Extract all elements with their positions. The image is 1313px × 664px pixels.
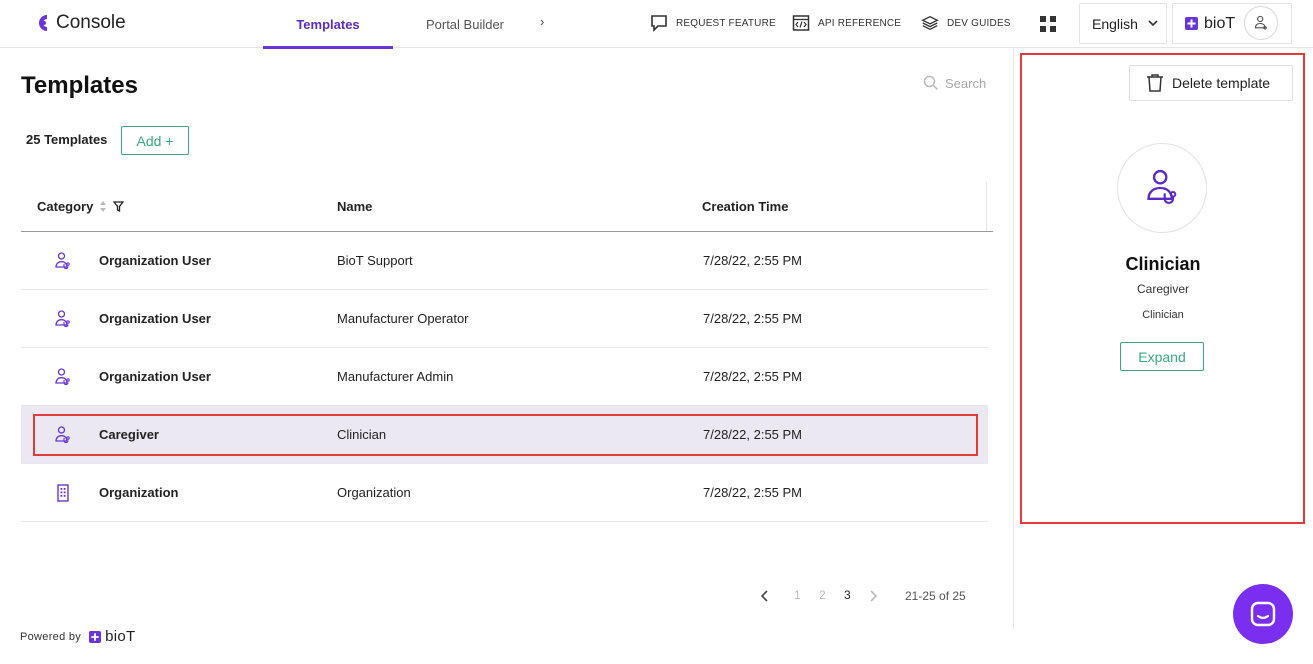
row-name: Organization: [337, 485, 411, 500]
table-row-selected[interactable]: Caregiver Clinician 7/28/22, 2:55 PM: [21, 406, 988, 464]
console-logo[interactable]: Console: [36, 12, 126, 34]
apps-grid-button[interactable]: [1040, 16, 1056, 32]
language-value: English: [1092, 15, 1138, 32]
filter-icon[interactable]: [113, 201, 125, 212]
search-placeholder: Search: [945, 75, 987, 91]
template-details-panel: [1013, 48, 1313, 628]
grid-dot: [1050, 26, 1056, 32]
chat-icon: [1250, 601, 1276, 627]
row-category: Organization User: [99, 311, 211, 326]
search-input[interactable]: Search: [923, 75, 986, 91]
tabs-scroll-right-button[interactable]: ›: [540, 14, 544, 29]
grid-dot: [1050, 16, 1056, 22]
row-creation-time: 7/28/22, 2:55 PM: [703, 427, 803, 442]
chat-bubble-icon: [651, 15, 667, 32]
chevron-left-icon[interactable]: [760, 590, 770, 602]
row-name: Manufacturer Admin: [337, 369, 454, 384]
dev-guides-label: DEV GUIDES: [947, 17, 1011, 29]
search-icon: [923, 75, 939, 91]
tab-templates[interactable]: Templates: [263, 0, 393, 49]
column-header-category[interactable]: Category: [37, 199, 125, 214]
chevron-right-icon[interactable]: [868, 590, 878, 602]
column-divider: [986, 182, 987, 231]
user-stethoscope-icon: [55, 426, 70, 444]
user-stethoscope-icon: [1254, 15, 1267, 30]
chevron-down-icon: [1148, 20, 1158, 27]
brand-name: bioT: [1204, 14, 1236, 32]
page-1-button[interactable]: 1: [794, 588, 801, 602]
column-label: Category: [37, 199, 94, 214]
request-feature-label: REQUEST FEATURE: [676, 17, 776, 29]
building-icon: [57, 484, 69, 502]
expand-button[interactable]: Expand: [1120, 342, 1204, 371]
row-creation-time: 7/28/22, 2:55 PM: [703, 369, 803, 384]
template-category: Caregiver: [1136, 282, 1190, 296]
user-avatar[interactable]: [1244, 6, 1278, 40]
page-3-button[interactable]: 3: [844, 588, 851, 602]
row-category: Organization: [99, 485, 179, 500]
pagination-range: 21-25 of 25: [905, 589, 966, 603]
language-select[interactable]: English: [1079, 3, 1167, 44]
table-header: Category Name Creation Time: [21, 182, 993, 232]
row-name: BioT Support: [337, 253, 413, 268]
chat-launcher-button[interactable]: [1233, 584, 1293, 644]
user-stethoscope-icon: [55, 310, 70, 328]
console-logo-icon: [39, 15, 48, 31]
user-stethoscope-icon: [55, 252, 70, 270]
table-row[interactable]: Organization Organization 7/28/22, 2:55 …: [21, 464, 988, 522]
table-row[interactable]: Organization User BioT Support 7/28/22, …: [21, 232, 988, 290]
sort-icon[interactable]: [99, 200, 107, 213]
delete-template-button[interactable]: Delete template: [1129, 65, 1293, 101]
trash-icon: [1147, 74, 1163, 92]
grid-dot: [1040, 26, 1046, 32]
templates-count: 25 Templates: [26, 132, 108, 147]
user-stethoscope-icon: [1147, 169, 1177, 204]
layers-icon: [921, 15, 939, 31]
row-category: Organization User: [99, 369, 211, 384]
template-name: Clinician: [1142, 309, 1184, 321]
column-header-name[interactable]: Name: [337, 199, 372, 214]
row-creation-time: 7/28/22, 2:55 PM: [703, 253, 803, 268]
templates-table: Category Name Creation Time Organization…: [21, 182, 993, 522]
delete-template-label: Delete template: [1172, 75, 1271, 91]
grid-dot: [1040, 16, 1046, 22]
row-name: Clinician: [337, 427, 387, 442]
biot-cross-icon: [1185, 17, 1198, 30]
row-category: Caregiver: [99, 427, 159, 442]
api-reference-link[interactable]: API REFERENCE: [792, 14, 901, 32]
footer-brand-name: bioT: [105, 628, 136, 645]
row-creation-time: 7/28/22, 2:55 PM: [703, 485, 803, 500]
dev-guides-link[interactable]: DEV GUIDES: [921, 14, 1011, 32]
table-row[interactable]: Organization User Manufacturer Admin 7/2…: [21, 348, 988, 406]
page-2-button[interactable]: 2: [819, 588, 826, 602]
biot-cross-icon: [89, 630, 102, 643]
page-title: Templates: [21, 72, 138, 99]
powered-by-label: Powered by: [20, 630, 82, 643]
template-title: Clinician: [1125, 254, 1201, 274]
row-name: Manufacturer Operator: [337, 311, 469, 326]
row-category: Organization User: [99, 253, 211, 268]
app-name: Console: [56, 12, 126, 33]
template-avatar: [1117, 143, 1207, 233]
user-stethoscope-icon: [55, 368, 70, 386]
row-creation-time: 7/28/22, 2:55 PM: [703, 311, 803, 326]
code-doc-icon: [792, 15, 810, 31]
top-header: Console Templates Portal Builder › REQUE…: [0, 0, 1313, 49]
api-reference-label: API REFERENCE: [818, 17, 902, 29]
footer-brand: bioT: [89, 628, 135, 645]
table-row[interactable]: Organization User Manufacturer Operator …: [21, 290, 988, 348]
request-feature-link[interactable]: REQUEST FEATURE: [650, 14, 776, 32]
tab-portal-builder[interactable]: Portal Builder: [400, 0, 530, 48]
powered-by: Powered by bioT: [20, 628, 135, 645]
column-header-creation-time[interactable]: Creation Time: [702, 199, 788, 214]
add-template-button[interactable]: Add +: [121, 126, 189, 155]
